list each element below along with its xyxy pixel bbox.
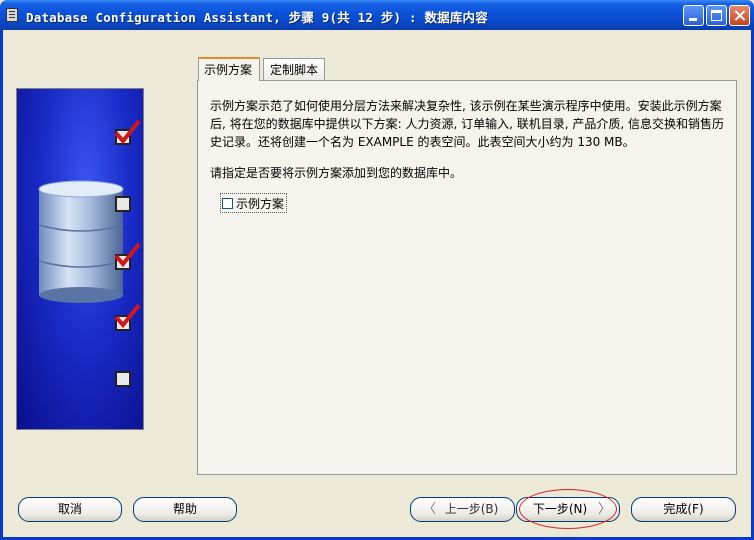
description-line: 示例方案示范了如何使用分层方法来解决复杂性, 该示例在某些演示程序中使用。安装此… xyxy=(210,99,722,113)
description-line: 史记录。还将创建一个名为 EXAMPLE 的表空间。此表空间大小约为 130 M… xyxy=(210,135,635,149)
sample-schemas-checkbox[interactable]: 示例方案 xyxy=(220,193,288,213)
window-border-left xyxy=(0,30,3,540)
red-check-icon xyxy=(114,303,141,329)
maximize-button[interactable] xyxy=(706,5,727,26)
tab-content-panel: 示例方案示范了如何使用分层方法来解决复杂性, 该示例在某些演示程序中使用。安装此… xyxy=(197,80,737,475)
window-title: Database Configuration Assistant, 步骤 9(共… xyxy=(26,10,488,25)
next-button-label: 下一步(N) xyxy=(532,502,588,516)
tab-sample-schemas[interactable]: 示例方案 xyxy=(198,57,260,81)
step-checkbox-icon xyxy=(115,371,131,387)
step-checkbox-icon xyxy=(115,196,131,212)
minimize-button[interactable] xyxy=(683,5,704,26)
red-check-icon xyxy=(114,119,141,145)
cancel-button[interactable]: 取消 xyxy=(18,497,122,522)
title-bar[interactable]: Database Configuration Assistant, 步骤 9(共… xyxy=(0,0,754,30)
tab-custom-scripts[interactable]: 定制脚本 xyxy=(263,58,325,80)
checkbox-box[interactable] xyxy=(222,197,233,209)
red-check-icon xyxy=(114,242,141,268)
close-button[interactable] xyxy=(729,5,750,26)
next-button[interactable]: 下一步(N) 〉 xyxy=(516,497,620,522)
back-button[interactable]: 〈 上一步(B) xyxy=(410,497,515,522)
chevron-left-icon: 〈 xyxy=(423,502,437,517)
wizard-side-image xyxy=(16,88,144,430)
description-text: 示例方案示范了如何使用分层方法来解决复杂性, 该示例在某些演示程序中使用。安装此… xyxy=(210,97,740,151)
app-icon xyxy=(6,8,18,22)
finish-button[interactable]: 完成(F) xyxy=(631,497,736,522)
chevron-right-icon: 〉 xyxy=(597,502,611,517)
prompt-text: 请指定是否要将示例方案添加到您的数据库中。 xyxy=(210,166,463,180)
back-button-label: 上一步(B) xyxy=(444,502,499,516)
help-button[interactable]: 帮助 xyxy=(133,497,237,522)
checkbox-label[interactable]: 示例方案 xyxy=(236,195,284,212)
description-line: 后, 将在您的数据库中提供以下方案: 人力资源, 订单输入, 联机目录, 产品介… xyxy=(210,117,725,131)
